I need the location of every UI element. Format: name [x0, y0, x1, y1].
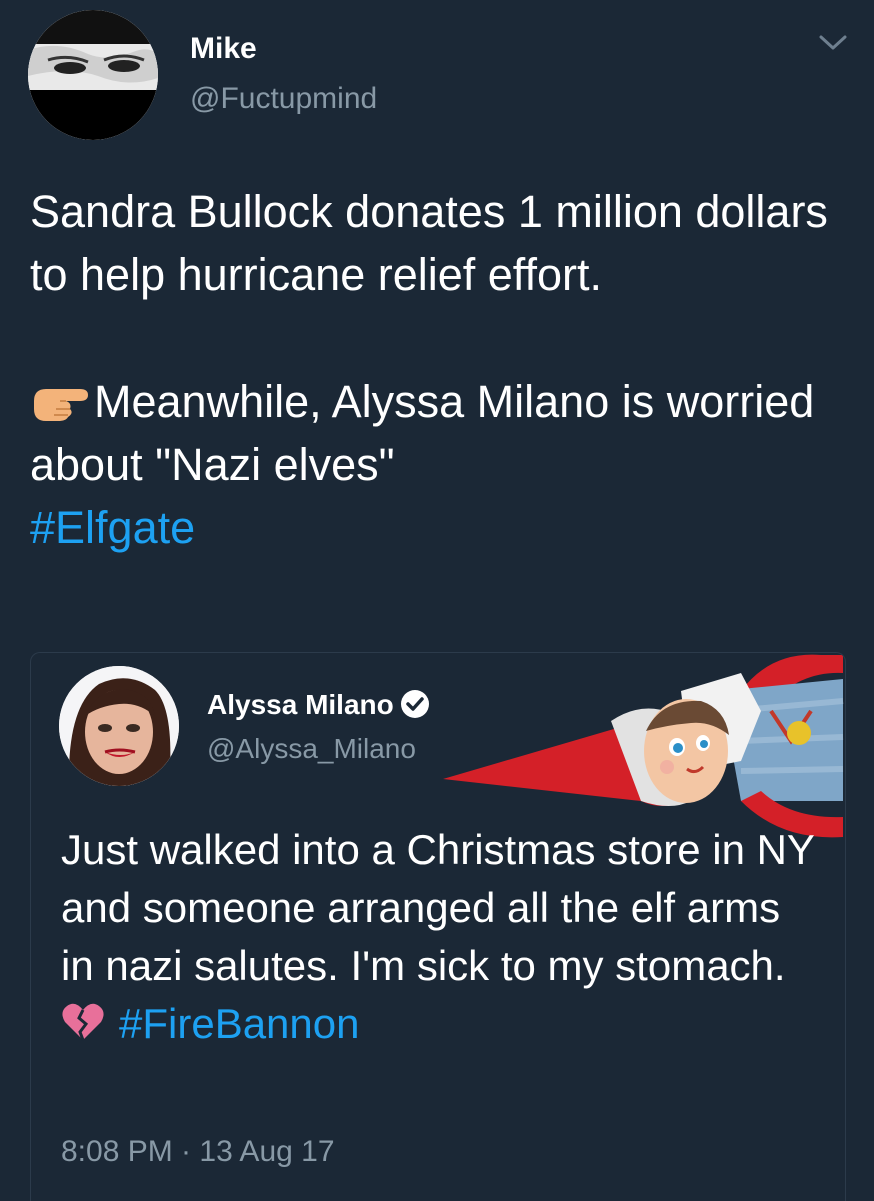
quoted-avatar-image	[59, 666, 179, 786]
verified-badge-icon	[400, 689, 430, 719]
tweet-text-paragraph-1: Sandra Bullock donates 1 million dollars…	[30, 186, 828, 300]
quoted-tweet-timestamp[interactable]: 8:08 PM · 13 Aug 17	[61, 1135, 335, 1169]
tweet-text-paragraph-2: Meanwhile, Alyssa Milano is worried abou…	[30, 370, 850, 496]
quoted-tweet-hashtag-row: #FireBannon	[61, 995, 821, 1053]
avatar-image	[28, 10, 158, 140]
quoted-tweet[interactable]: Alyssa Milano @Alyssa_Milano Just walked…	[30, 652, 846, 1201]
chevron-down-icon[interactable]	[818, 30, 848, 54]
author-avatar[interactable]	[28, 10, 158, 140]
quoted-tweet-text: Just walked into a Christmas store in NY…	[61, 821, 821, 1053]
broken-heart-icon	[61, 999, 105, 1041]
tweet-text: Sandra Bullock donates 1 million dollars…	[30, 180, 850, 559]
author-handle[interactable]: @Fuctupmind	[190, 82, 377, 116]
pointing-right-hand-icon	[30, 376, 92, 421]
quoted-author-name[interactable]: Alyssa Milano	[207, 689, 394, 720]
quoted-author-handle[interactable]: @Alyssa_Milano	[207, 733, 416, 765]
tweet-text-meanwhile: Meanwhile, Alyssa Milano is worried abou…	[30, 376, 815, 490]
quoted-tweet-body: Just walked into a Christmas store in NY…	[61, 826, 815, 989]
author-name[interactable]: Mike	[190, 32, 257, 66]
hashtag-elfgate[interactable]: #Elfgate	[30, 496, 850, 559]
hashtag-firebannon[interactable]: #FireBannon	[119, 1000, 360, 1047]
quoted-author-avatar[interactable]	[59, 666, 179, 786]
tweet-card: Mike @Fuctupmind Sandra Bullock donates …	[0, 0, 874, 1201]
quoted-author-name-row[interactable]: Alyssa Milano	[207, 689, 430, 721]
